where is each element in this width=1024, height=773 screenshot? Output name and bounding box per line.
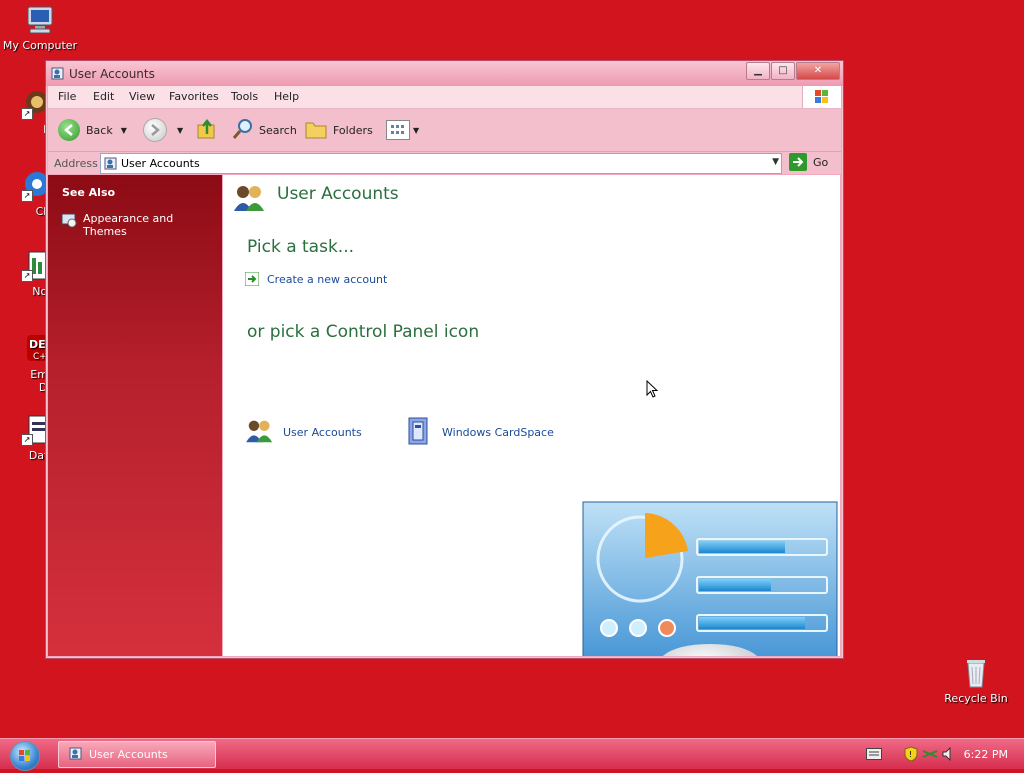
security-shield-icon[interactable]: ! — [904, 746, 918, 765]
user-accounts-icon — [245, 418, 275, 447]
svg-text:!: ! — [909, 750, 912, 759]
control-panel-illustration — [582, 501, 840, 656]
menu-favorites[interactable]: Favorites — [169, 90, 219, 103]
cpl-user-accounts-label: User Accounts — [283, 426, 362, 439]
views-dropdown-icon[interactable]: ▼ — [413, 126, 419, 135]
address-input[interactable]: User Accounts ▼ — [100, 153, 782, 174]
menu-view[interactable]: View — [129, 90, 155, 103]
views-grid-icon — [386, 120, 410, 140]
create-account-label: Create a new account — [267, 272, 388, 286]
views-button[interactable]: ▼ — [386, 118, 419, 142]
desktop-icon-recycle-bin[interactable]: Recycle Bin — [937, 657, 1015, 705]
menu-edit[interactable]: Edit — [93, 90, 114, 103]
forward-dropdown-icon[interactable]: ▼ — [177, 126, 183, 135]
clock[interactable]: 6:22 PM — [964, 748, 1008, 761]
up-folder-button[interactable] — [196, 118, 218, 142]
user-accounts-small-icon — [51, 66, 65, 80]
search-button[interactable]: Search — [231, 118, 297, 142]
network-icon[interactable] — [922, 747, 938, 764]
address-bar: Address User Accounts ▼ Go — [48, 152, 841, 174]
recycle-bin-icon — [960, 657, 992, 689]
folders-button[interactable]: Folders — [304, 118, 373, 142]
appearance-themes-label: Appearance and Themes — [83, 212, 174, 238]
back-dropdown-icon[interactable]: ▼ — [121, 126, 127, 135]
forward-arrow-icon — [143, 118, 167, 142]
folder-icon — [304, 118, 328, 143]
toolbar: Back ▼ ▼ Search Folders ▼ — [48, 109, 841, 152]
taskbar-item-label: User Accounts — [89, 748, 168, 761]
desktop-icon-label: My Computer — [2, 39, 78, 52]
folders-label: Folders — [333, 123, 373, 137]
desktop-icon-my-computer[interactable]: My Computer — [1, 4, 79, 52]
user-accounts-large-icon — [233, 183, 267, 216]
shortcut-arrow-icon: ↗ — [21, 270, 33, 282]
user-accounts-window[interactable]: User Accounts ▁ □ ✕ File Edit View Favor… — [45, 60, 844, 659]
taskbar-item-user-accounts[interactable]: User Accounts — [58, 741, 216, 768]
back-arrow-icon — [58, 119, 80, 141]
back-label: Back — [86, 123, 113, 137]
address-label: Address — [54, 157, 98, 170]
page-title: User Accounts — [277, 184, 399, 204]
address-value: User Accounts — [121, 157, 200, 170]
start-button[interactable] — [10, 741, 40, 771]
appearance-themes-icon — [61, 212, 77, 238]
task-arrow-icon — [244, 271, 260, 287]
appearance-themes-link[interactable]: Appearance and Themes — [61, 212, 178, 238]
pick-icon-heading: or pick a Control Panel icon — [247, 322, 480, 342]
mouse-cursor-icon — [646, 379, 659, 401]
user-accounts-small-icon — [104, 156, 118, 173]
go-button[interactable]: Go — [789, 153, 828, 171]
task-pane-sidebar: See Also Appearance and Themes — [48, 175, 222, 656]
address-dropdown-icon[interactable]: ▼ — [772, 157, 779, 167]
computer-icon — [24, 4, 56, 36]
back-button[interactable]: Back ▼ — [58, 118, 127, 142]
maximize-button[interactable]: □ — [771, 62, 795, 80]
close-button[interactable]: ✕ — [796, 62, 840, 80]
menu-file[interactable]: File — [58, 90, 76, 103]
pick-task-heading: Pick a task... — [247, 237, 355, 257]
window-title: User Accounts — [69, 67, 155, 81]
menu-help[interactable]: Help — [274, 90, 299, 103]
windows-logo-icon — [802, 86, 841, 108]
taskbar: User Accounts ! 6:22 PM — [0, 738, 1024, 771]
cpl-windows-cardspace-label: Windows CardSpace — [442, 426, 554, 439]
search-label: Search — [259, 123, 297, 137]
minimize-button[interactable]: ▁ — [746, 62, 770, 80]
up-folder-icon — [196, 118, 218, 143]
forward-button[interactable]: ▼ — [143, 118, 183, 142]
content-pane: User Accounts Pick a task... Create a ne… — [223, 175, 840, 656]
shortcut-arrow-icon: ↗ — [21, 108, 33, 120]
go-arrow-icon — [789, 153, 807, 171]
menu-tools[interactable]: Tools — [231, 90, 258, 103]
user-accounts-small-icon — [69, 746, 83, 763]
cardspace-icon — [406, 416, 430, 449]
go-label: Go — [813, 155, 829, 169]
shortcut-arrow-icon: ↗ — [21, 190, 33, 202]
create-account-task[interactable]: Create a new account — [244, 271, 388, 287]
desktop-icon-label: Recycle Bin — [944, 692, 1008, 705]
shortcut-arrow-icon: ↗ — [21, 434, 33, 446]
menu-bar: File Edit View Favorites Tools Help — [48, 86, 841, 109]
volume-icon[interactable] — [942, 746, 954, 764]
cpl-windows-cardspace[interactable]: Windows CardSpace — [406, 416, 554, 449]
search-icon — [231, 117, 255, 144]
cpl-user-accounts[interactable]: User Accounts — [245, 418, 362, 447]
see-also-heading: See Also — [62, 186, 116, 199]
system-tray: ! 6:22 PM — [862, 739, 1024, 769]
title-bar[interactable]: User Accounts ▁ □ ✕ — [46, 61, 843, 86]
keyboard-icon[interactable] — [866, 748, 882, 763]
